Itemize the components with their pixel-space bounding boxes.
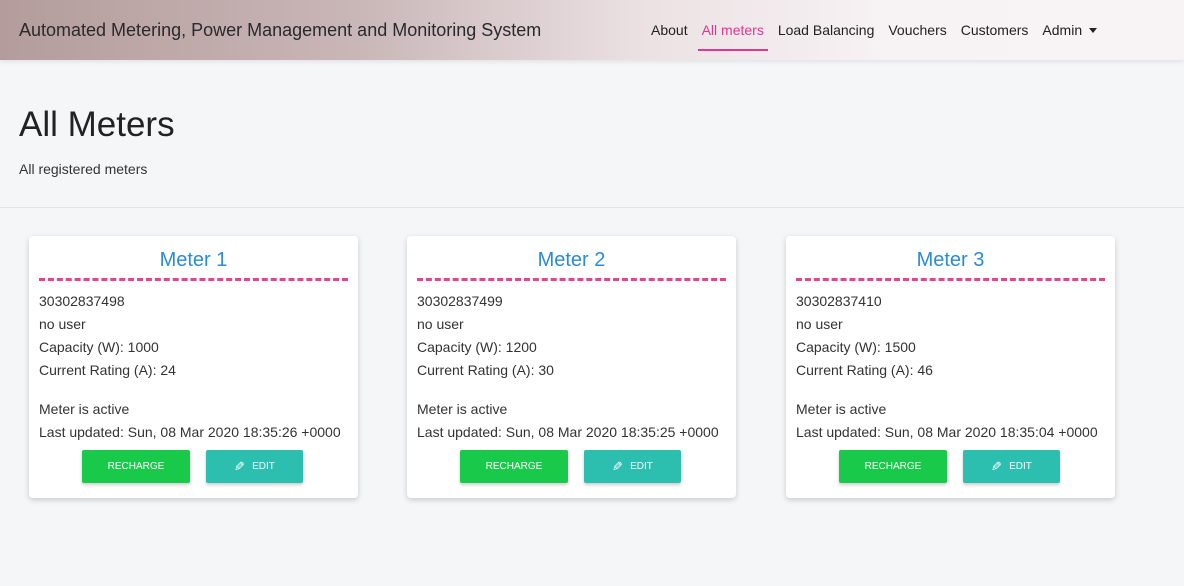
edit-button[interactable]: ✎ EDIT (206, 450, 303, 483)
meter-number: 30302837498 (39, 293, 125, 309)
meter-info: 30302837499 no user Capacity (W): 1200 C… (407, 281, 736, 444)
app-brand[interactable]: Automated Metering, Power Management and… (19, 0, 541, 60)
meter-title: Meter 3 (916, 249, 985, 271)
meter-status: Meter is active (417, 401, 508, 417)
nav-item-admin-label: Admin (1042, 22, 1083, 38)
pencil-icon: ✎ (612, 458, 624, 474)
recharge-button[interactable]: RECHARGE (460, 450, 568, 483)
meter-title: Meter 1 (159, 249, 228, 271)
card-actions: RECHARGE ✎ EDIT (29, 450, 358, 483)
page-subtitle: All registered meters (19, 161, 148, 177)
edit-button[interactable]: ✎ EDIT (963, 450, 1060, 483)
nav-menu: About All meters Load Balancing Vouchers… (644, 0, 1104, 60)
pencil-icon: ✎ (991, 458, 1003, 474)
meter-info: 30302837498 no user Capacity (W): 1000 C… (29, 281, 358, 444)
nav-item-customers[interactable]: Customers (954, 0, 1036, 60)
meter-current-rating: Current Rating (A): 24 (39, 362, 176, 378)
meter-capacity: Capacity (W): 1500 (796, 339, 916, 355)
meter-capacity: Capacity (W): 1200 (417, 339, 537, 355)
nav-item-load-balancing[interactable]: Load Balancing (771, 0, 882, 60)
meter-card: Meter 2 30302837499 no user Capacity (W)… (407, 236, 736, 498)
meter-last-updated: Last updated: Sun, 08 Mar 2020 18:35:25 … (417, 424, 719, 440)
meter-card: Meter 3 30302837410 no user Capacity (W)… (786, 236, 1115, 498)
meter-current-rating: Current Rating (A): 46 (796, 362, 933, 378)
edit-button[interactable]: ✎ EDIT (584, 450, 681, 483)
pencil-icon: ✎ (234, 458, 246, 474)
meter-user: no user (796, 316, 843, 332)
nav-item-admin-dropdown[interactable]: Admin (1035, 0, 1104, 60)
meter-last-updated: Last updated: Sun, 08 Mar 2020 18:35:04 … (796, 424, 1098, 440)
header-divider (0, 207, 1184, 208)
meter-status: Meter is active (796, 401, 887, 417)
recharge-button[interactable]: RECHARGE (839, 450, 947, 483)
page-title: All Meters (19, 105, 175, 144)
top-navbar: Automated Metering, Power Management and… (0, 0, 1184, 60)
nav-item-vouchers[interactable]: Vouchers (881, 0, 953, 60)
nav-item-about[interactable]: About (644, 0, 695, 60)
page-header: All Meters All registered meters (19, 103, 175, 177)
edit-button-label: EDIT (1009, 461, 1032, 472)
card-actions: RECHARGE ✎ EDIT (407, 450, 736, 483)
meter-status: Meter is active (39, 401, 130, 417)
meter-current-rating: Current Rating (A): 30 (417, 362, 554, 378)
card-actions: RECHARGE ✎ EDIT (786, 450, 1115, 483)
caret-down-icon (1089, 28, 1098, 33)
meter-user: no user (417, 316, 464, 332)
meter-capacity: Capacity (W): 1000 (39, 339, 159, 355)
recharge-button[interactable]: RECHARGE (82, 450, 190, 483)
meter-number: 30302837499 (417, 293, 503, 309)
edit-button-label: EDIT (630, 461, 653, 472)
meter-user: no user (39, 316, 86, 332)
edit-button-label: EDIT (252, 461, 275, 472)
meter-last-updated: Last updated: Sun, 08 Mar 2020 18:35:26 … (39, 424, 341, 440)
meter-card: Meter 1 30302837498 no user Capacity (W)… (29, 236, 358, 498)
meter-number: 30302837410 (796, 293, 882, 309)
meter-info: 30302837410 no user Capacity (W): 1500 C… (786, 281, 1115, 444)
nav-item-all-meters[interactable]: All meters (695, 0, 771, 60)
meter-title: Meter 2 (537, 249, 606, 271)
